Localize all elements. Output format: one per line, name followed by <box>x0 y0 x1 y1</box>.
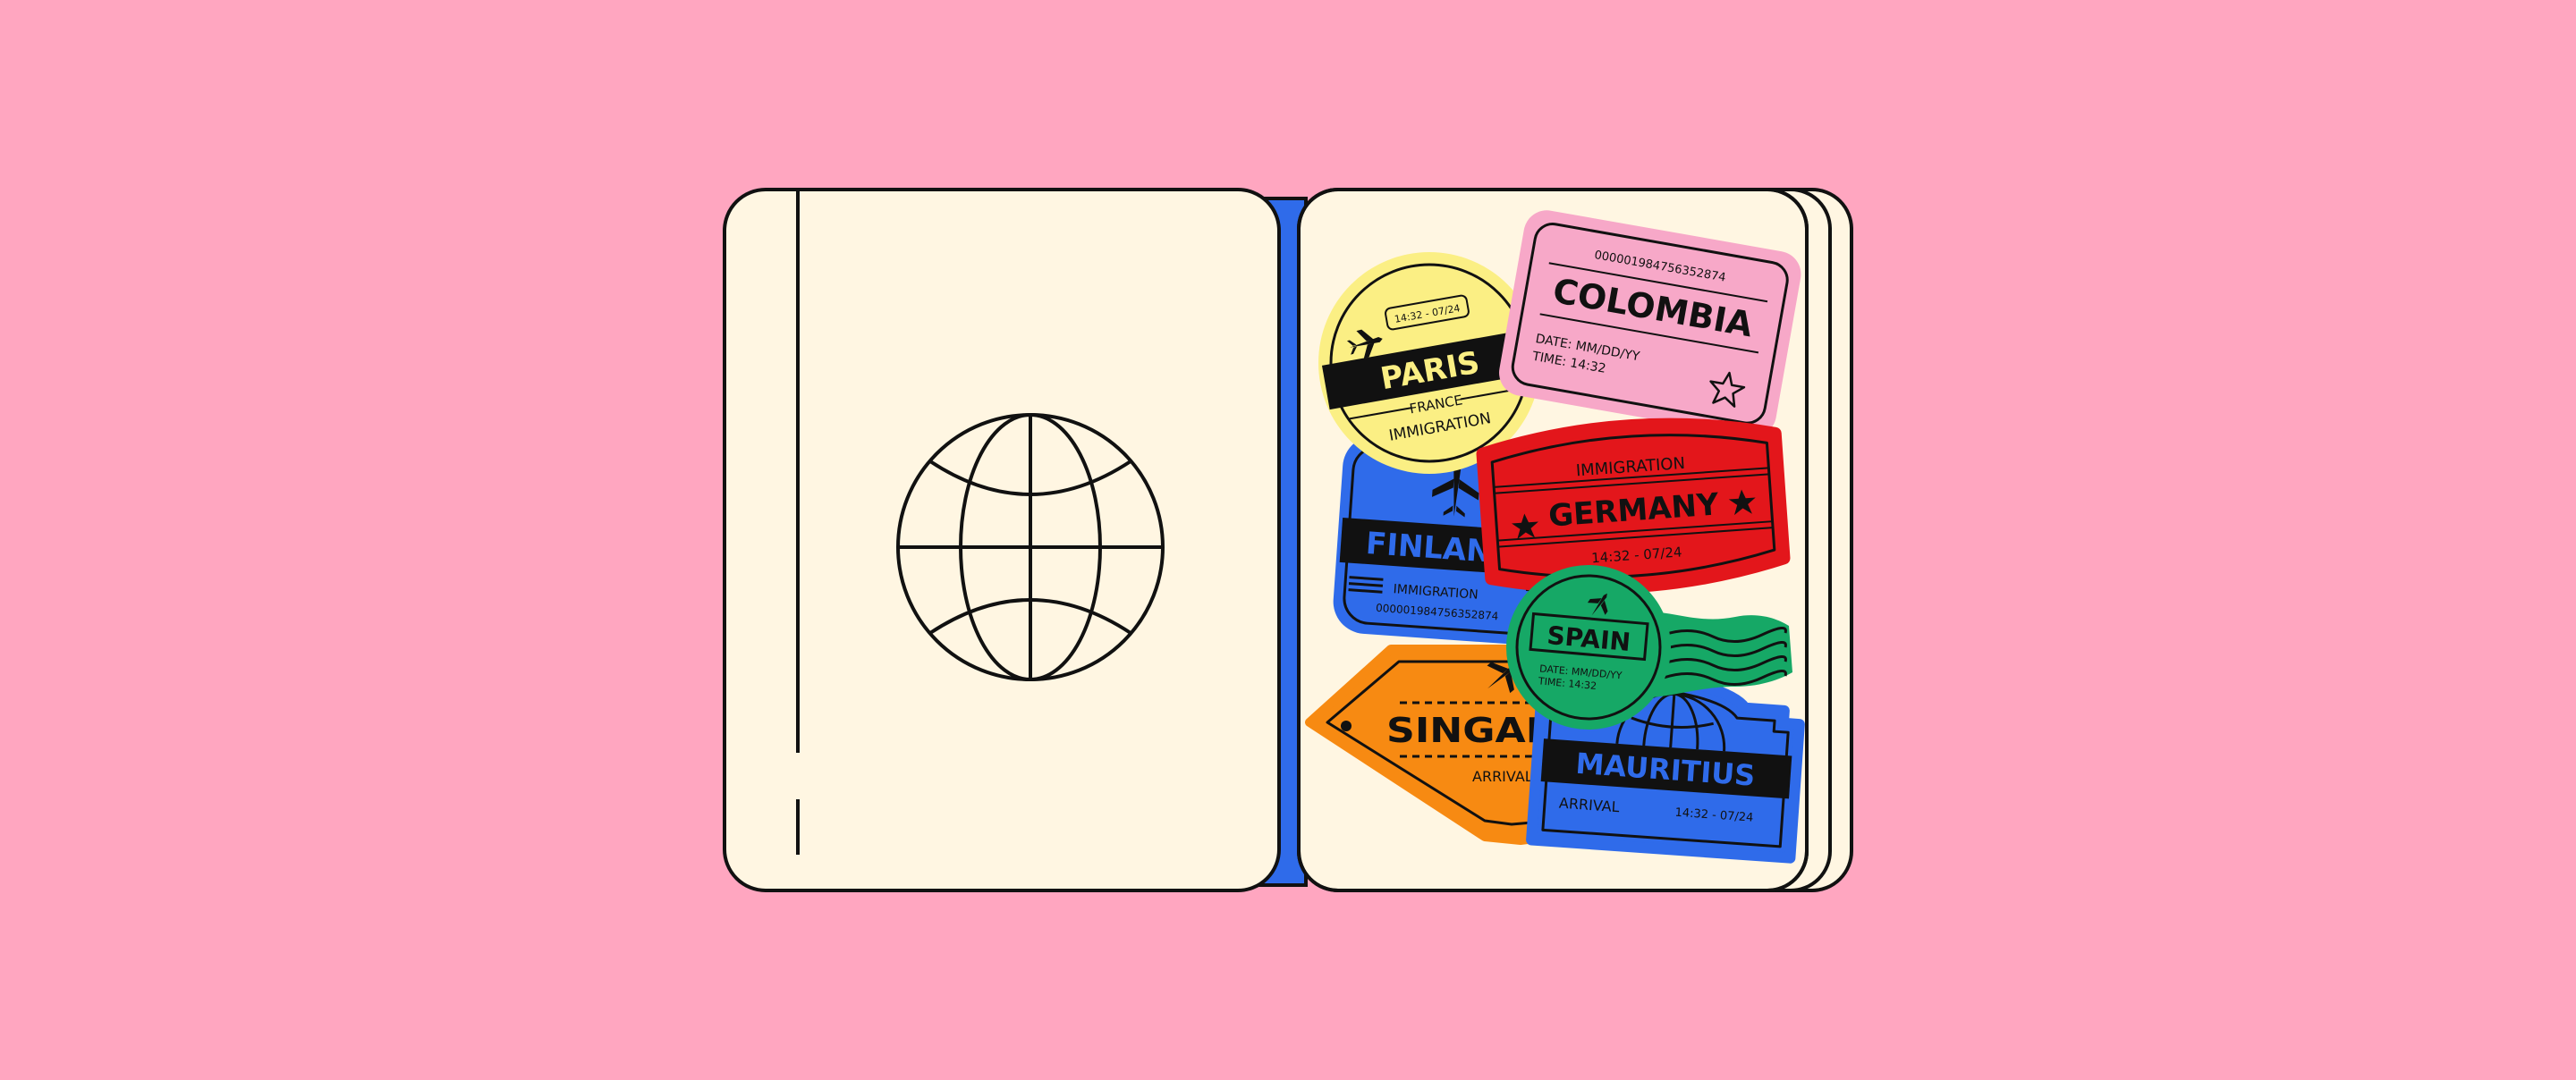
left-page <box>723 188 1281 892</box>
stamp-germany: IMMIGRATION GERMANY 14:32 - 07/24 <box>1476 418 1791 595</box>
globe-icon <box>896 413 1165 681</box>
passport-illustration: SINGAPORE ARRIVAL FINLAND IMMIGRATION 00… <box>0 0 2576 1080</box>
singapore-label: ARRIVAL <box>1472 768 1533 785</box>
